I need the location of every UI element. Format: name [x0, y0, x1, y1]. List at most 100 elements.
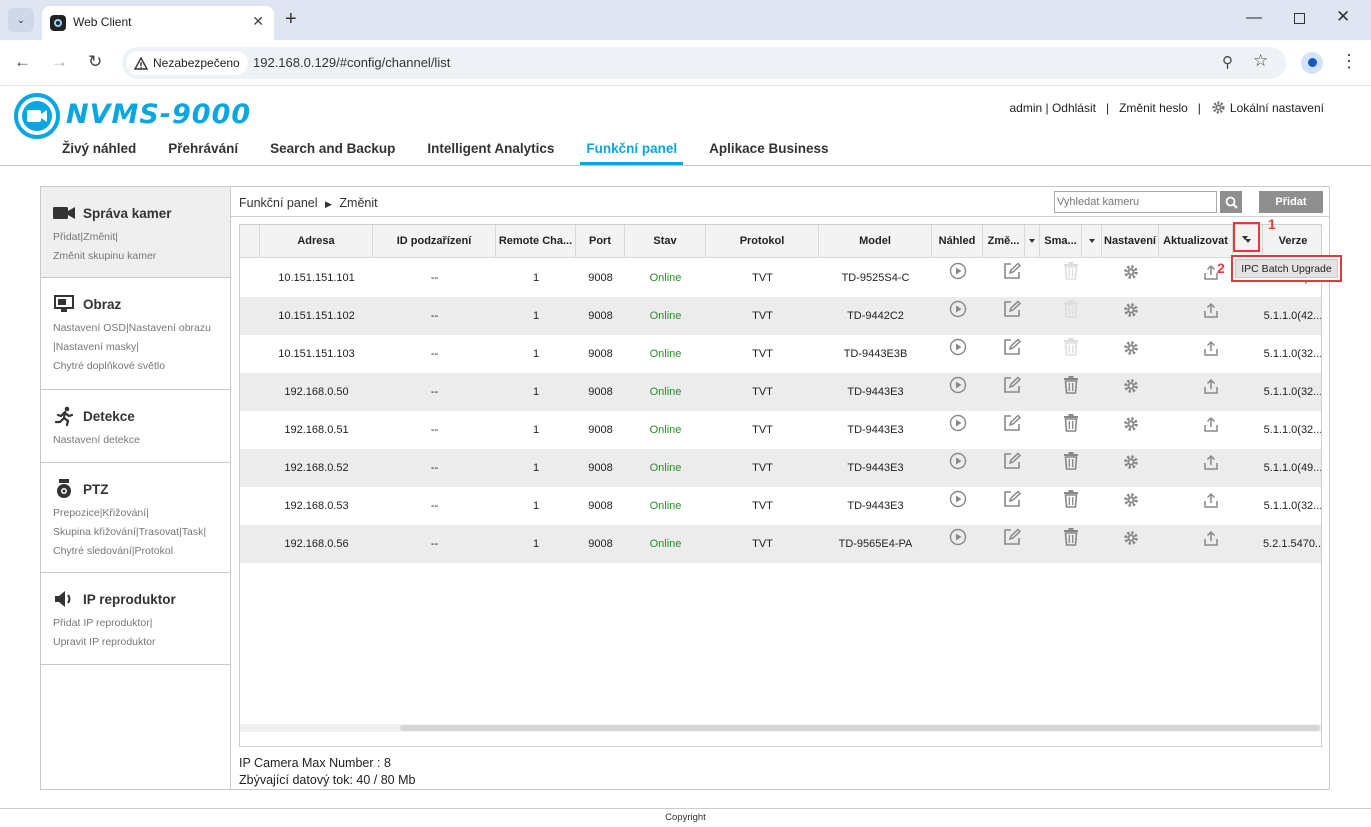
minimize-icon[interactable]: — — [1246, 9, 1262, 27]
search-button[interactable] — [1220, 191, 1242, 213]
table-row[interactable]: 192.168.0.50 -- 1 9008 Online TVT TD-9443E3 5.1… — [240, 373, 1321, 411]
edit-icon[interactable] — [983, 373, 1040, 411]
settings-gear-icon[interactable] — [1102, 259, 1159, 297]
preview-play-icon[interactable] — [932, 297, 983, 335]
browser-tab[interactable]: Web Client ✕ — [42, 6, 274, 40]
sidebar-section-header[interactable]: Obraz — [53, 292, 230, 316]
nav-item-0[interactable]: Živý náhled — [62, 141, 152, 165]
edit-icon[interactable] — [983, 525, 1040, 563]
column-header[interactable]: Sma... — [1040, 225, 1082, 258]
omnibox[interactable]: Nezabezpečeno 192.168.0.129/#config/chan… — [122, 47, 1286, 79]
sidebar-section-header[interactable]: PTZ — [53, 477, 230, 501]
upgrade-upload-icon[interactable] — [1159, 297, 1263, 335]
sidebar-section-3[interactable]: PTZ Prepozice|Křižování| Skupina křižován… — [41, 463, 230, 573]
preview-play-icon[interactable] — [932, 411, 983, 449]
upgrade-upload-icon[interactable] — [1159, 373, 1263, 411]
sidebar-section-4[interactable]: IP reproduktor Přidat IP reproduktor| Upr… — [41, 573, 230, 665]
settings-gear-icon[interactable] — [1102, 297, 1159, 335]
preview-play-icon[interactable] — [932, 487, 983, 525]
column-header[interactable]: Protokol — [706, 225, 819, 258]
settings-gear-icon[interactable] — [1102, 373, 1159, 411]
edit-icon[interactable] — [983, 335, 1040, 373]
preview-play-icon[interactable] — [932, 373, 983, 411]
local-settings-link[interactable]: Lokální nastavení — [1211, 100, 1324, 115]
reload-icon[interactable]: ↻ — [88, 52, 102, 72]
preview-play-icon[interactable] — [932, 259, 983, 297]
preview-play-icon[interactable] — [932, 525, 983, 563]
profile-avatar-icon[interactable] — [1301, 52, 1323, 74]
select-column-header[interactable] — [240, 225, 260, 258]
table-row[interactable]: 192.168.0.53 -- 1 9008 Online TVT TD-9443E3 5.1… — [240, 487, 1321, 525]
sidebar-section-links[interactable]: Nastavení detekce — [53, 431, 230, 450]
sidebar-section-1[interactable]: Obraz Nastavení OSD|Nastavení obrazu |Nas… — [41, 278, 230, 390]
upgrade-upload-icon[interactable] — [1159, 525, 1263, 563]
user-logout-link[interactable]: admin | Odhlásit — [1009, 101, 1096, 115]
dropdown-arrow-icon[interactable] — [1242, 236, 1248, 240]
add-camera-button[interactable]: Přidat — [1259, 191, 1323, 213]
horizontal-scrollbar[interactable] — [240, 724, 1321, 732]
table-row[interactable]: 10.151.151.101 -- 1 9008 Online TVT TD-9525S4-… — [240, 259, 1321, 297]
zoom-icon[interactable]: ⚲ — [1222, 53, 1233, 71]
preview-play-icon[interactable] — [932, 335, 983, 373]
sidebar-section-header[interactable]: Správa kamer — [53, 201, 230, 225]
column-header[interactable]: Aktualizovat — [1159, 225, 1233, 258]
bookmark-star-icon[interactable]: ☆ — [1253, 51, 1268, 71]
sidebar-section-links[interactable]: Nastavení OSD|Nastavení obrazu |Nastaven… — [53, 319, 230, 376]
sidebar-section-header[interactable]: IP reproduktor — [53, 587, 230, 611]
url-text[interactable]: 192.168.0.129/#config/channel/list — [253, 55, 450, 70]
nav-item-1[interactable]: Přehrávání — [152, 141, 254, 165]
edit-icon[interactable] — [983, 259, 1040, 297]
breadcrumb-root[interactable]: Funkční panel — [239, 196, 318, 210]
column-header[interactable]: Adresa — [260, 225, 373, 258]
column-header[interactable]: Remote Cha... — [496, 225, 576, 258]
search-input[interactable] — [1054, 191, 1217, 213]
scrollbar-thumb[interactable] — [400, 725, 1320, 731]
settings-gear-icon[interactable] — [1102, 487, 1159, 525]
upgrade-upload-icon[interactable] — [1159, 449, 1263, 487]
delete-trash-icon[interactable] — [1040, 411, 1102, 449]
table-row[interactable]: 192.168.0.51 -- 1 9008 Online TVT TD-9443E3 5.1… — [240, 411, 1321, 449]
column-header[interactable]: Náhled — [932, 225, 983, 258]
settings-gear-icon[interactable] — [1102, 335, 1159, 373]
window-close-icon[interactable]: ✕ — [1336, 7, 1350, 27]
security-chip[interactable]: Nezabezpečeno — [126, 51, 248, 75]
sidebar-section-0[interactable]: Správa kamer Přidat|Změnit| Změnit skupin… — [41, 187, 230, 278]
delete-trash-icon[interactable] — [1040, 449, 1102, 487]
column-dropdown-icon[interactable] — [1025, 225, 1040, 258]
edit-icon[interactable] — [983, 411, 1040, 449]
column-header[interactable]: Model — [819, 225, 932, 258]
nav-item-3[interactable]: Intelligent Analytics — [411, 141, 570, 165]
delete-trash-icon[interactable] — [1040, 525, 1102, 563]
column-header[interactable]: Nastavení — [1102, 225, 1159, 258]
nav-item-5[interactable]: Aplikace Business — [693, 141, 844, 165]
upgrade-upload-icon[interactable] — [1159, 487, 1263, 525]
column-header[interactable]: Změ... — [983, 225, 1025, 258]
edit-icon[interactable] — [983, 449, 1040, 487]
sidebar-section-links[interactable]: Prepozice|Křižování| Skupina křižování|T… — [53, 504, 230, 561]
table-row[interactable]: 10.151.151.102 -- 1 9008 Online TVT TD-9442C2 5… — [240, 297, 1321, 335]
settings-gear-icon[interactable] — [1102, 449, 1159, 487]
settings-gear-icon[interactable] — [1102, 525, 1159, 563]
nav-item-2[interactable]: Search and Backup — [254, 141, 411, 165]
preview-play-icon[interactable] — [932, 449, 983, 487]
tab-close-icon[interactable]: ✕ — [252, 13, 264, 30]
table-row[interactable]: 10.151.151.103 -- 1 9008 Online TVT TD-9443E3B… — [240, 335, 1321, 373]
tab-search-button[interactable]: ⌄ — [8, 8, 34, 32]
column-header[interactable]: Stav — [625, 225, 706, 258]
edit-icon[interactable] — [983, 487, 1040, 525]
forward-icon[interactable]: → — [51, 52, 68, 72]
edit-icon[interactable] — [983, 297, 1040, 335]
change-password-link[interactable]: Změnit heslo — [1119, 101, 1188, 115]
browser-menu-icon[interactable]: ⋮ — [1340, 51, 1358, 72]
new-tab-button[interactable]: + — [285, 8, 297, 30]
maximize-icon[interactable] — [1294, 13, 1305, 24]
table-row[interactable]: 192.168.0.52 -- 1 9008 Online TVT TD-9443E3 5.1… — [240, 449, 1321, 487]
column-header[interactable]: Port — [576, 225, 625, 258]
settings-gear-icon[interactable] — [1102, 411, 1159, 449]
delete-trash-icon[interactable] — [1040, 373, 1102, 411]
back-icon[interactable]: ← — [14, 52, 31, 72]
delete-trash-icon[interactable] — [1040, 487, 1102, 525]
column-header[interactable]: ID podzařízení — [373, 225, 496, 258]
sidebar-section-links[interactable]: Přidat|Změnit| Změnit skupinu kamer — [53, 228, 230, 266]
upgrade-upload-icon[interactable] — [1159, 411, 1263, 449]
